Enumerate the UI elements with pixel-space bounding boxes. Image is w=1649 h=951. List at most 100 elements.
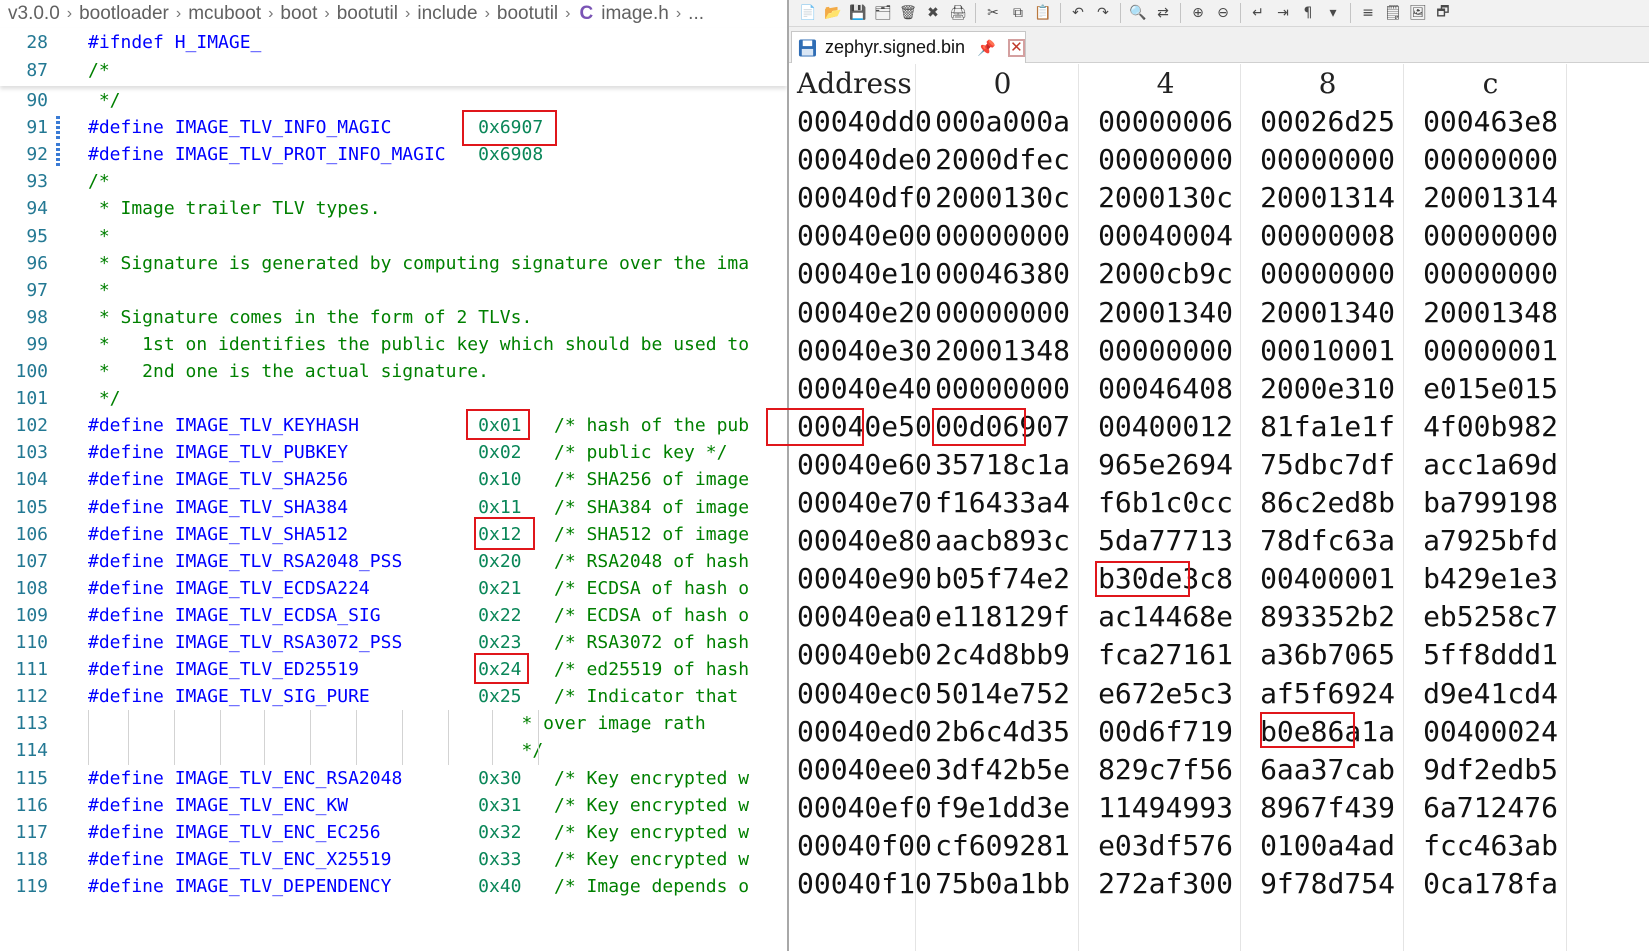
hex-word[interactable]: 00000000 bbox=[917, 293, 1088, 333]
hex-word[interactable]: e118129f bbox=[917, 597, 1088, 637]
hex-word[interactable]: 8967f439 bbox=[1242, 788, 1413, 828]
save-icon[interactable]: 💾 bbox=[847, 2, 869, 24]
hex-word[interactable]: 20001348 bbox=[917, 331, 1088, 371]
hex-word[interactable]: 893352b2 bbox=[1242, 597, 1413, 637]
code-line[interactable]: 116 #define IMAGE_TLV_ENC_KW 0x31 /* Key … bbox=[0, 792, 787, 820]
hex-word[interactable]: fcc463ab bbox=[1405, 826, 1576, 866]
pin-icon[interactable]: 📌 bbox=[977, 39, 996, 57]
hex-row[interactable]: 00040e20 00000000 20001340 20001340 20001348 bbox=[789, 293, 1649, 333]
open-folder-icon[interactable]: 📂 bbox=[822, 2, 844, 24]
print-icon[interactable]: 🖨 bbox=[947, 2, 969, 24]
hex-row[interactable]: 00040e80 aacb893c 5da77713 78dfc63a a7925bfd bbox=[789, 521, 1649, 561]
note-icon[interactable]: 🗒 bbox=[1382, 2, 1404, 24]
code-editor[interactable]: v3.0.0 › bootloader › mcuboot › boot › bootutil ›… bbox=[0, 0, 787, 951]
hex-word[interactable]: 2000130c bbox=[917, 178, 1088, 218]
code-line[interactable]: 100 * 2nd one is the actual signature. bbox=[0, 358, 787, 386]
hex-word[interactable]: f16433a4 bbox=[917, 483, 1088, 523]
dropdown-icon[interactable]: ▾ bbox=[1322, 2, 1344, 24]
hex-word[interactable]: 00000008 bbox=[1242, 216, 1413, 256]
hex-word[interactable]: 2000130c bbox=[1080, 178, 1251, 218]
hex-row[interactable]: 00040e10 00046380 2000cb9c 00000000 00000000 bbox=[789, 254, 1649, 294]
code-line[interactable]: 91 #define IMAGE_TLV_INFO_MAGIC 0x6907 bbox=[0, 114, 787, 142]
breadcrumb-more[interactable]: ... bbox=[688, 3, 704, 25]
hex-row[interactable]: 00040df0 2000130c 2000130c 20001314 20001314 bbox=[789, 178, 1649, 218]
hex-word[interactable]: 75dbc7df bbox=[1242, 445, 1413, 485]
hex-word[interactable]: 272af300 bbox=[1080, 864, 1251, 904]
hex-row[interactable]: 00040e30 20001348 00000000 00010001 00000001 bbox=[789, 331, 1649, 371]
hex-row[interactable]: 00040f00 cf609281 e03df576 0100a4ad fcc463ab bbox=[789, 826, 1649, 866]
hex-word[interactable]: 9df2edb5 bbox=[1405, 750, 1576, 790]
hex-row[interactable]: 00040e90 b05f74e2 b30de3c8 00400001 b429e1e3 bbox=[789, 559, 1649, 599]
hex-word[interactable]: 00010001 bbox=[1242, 331, 1413, 371]
hex-word[interactable]: 81fa1e1f bbox=[1242, 407, 1413, 447]
hex-word[interactable]: 3df42b5e bbox=[917, 750, 1088, 790]
breadcrumb-item[interactable]: bootloader bbox=[79, 3, 169, 25]
hex-row[interactable]: 00040de0 2000dfec 00000000 00000000 00000000 bbox=[789, 140, 1649, 180]
hex-row[interactable]: 00040ef0 f9e1dd3e 11494993 8967f439 6a712476 bbox=[789, 788, 1649, 828]
hex-word[interactable]: 0100a4ad bbox=[1242, 826, 1413, 866]
hex-word[interactable]: 00000001 bbox=[1405, 331, 1576, 371]
indent-icon[interactable]: ⇥ bbox=[1272, 2, 1294, 24]
hex-word[interactable]: a36b7065 bbox=[1242, 635, 1413, 675]
code-line[interactable]: 115 #define IMAGE_TLV_ENC_RSA2048 0x30 /*… bbox=[0, 765, 787, 793]
hex-word[interactable]: 00d06907 bbox=[917, 407, 1088, 447]
hex-word[interactable]: 00000000 bbox=[1242, 254, 1413, 294]
cut-icon[interactable]: ✂ bbox=[982, 2, 1004, 24]
hex-row[interactable]: 00040ed0 2b6c4d35 00d6f719 b0e86a1a 00400024 bbox=[789, 712, 1649, 752]
hex-word[interactable]: 2000e310 bbox=[1242, 369, 1413, 409]
close-icon[interactable]: ✕ bbox=[1007, 38, 1025, 57]
word-wrap-icon[interactable]: ≡ bbox=[1357, 2, 1379, 24]
hex-word[interactable]: 00046408 bbox=[1080, 369, 1251, 409]
hex-word[interactable]: 00400024 bbox=[1405, 712, 1576, 752]
code-line[interactable]: 101 */ bbox=[0, 385, 787, 413]
code-line[interactable]: 28 #ifndef H_IMAGE_ bbox=[0, 29, 787, 57]
find-icon[interactable]: 🔍 bbox=[1127, 2, 1149, 24]
hex-row[interactable]: 00040f10 75b0a1bb 272af300 9f78d754 0ca178fa bbox=[789, 864, 1649, 904]
hex-word[interactable]: b429e1e3 bbox=[1405, 559, 1576, 599]
hex-word[interactable]: e015e015 bbox=[1405, 369, 1576, 409]
hex-row[interactable]: 00040dd0 000a000a 00000006 00026d25 000463e8 bbox=[789, 102, 1649, 142]
hex-word[interactable]: 00000000 bbox=[1080, 140, 1251, 180]
hex-word[interactable]: 78dfc63a bbox=[1242, 521, 1413, 561]
code-line[interactable]: 99 * 1st on identifies the public key wh… bbox=[0, 331, 787, 359]
hex-word[interactable]: e672e5c3 bbox=[1080, 674, 1251, 714]
hex-word[interactable]: eb5258c7 bbox=[1405, 597, 1576, 637]
hex-word[interactable]: 20001340 bbox=[1080, 293, 1251, 333]
hex-word[interactable]: 4f00b982 bbox=[1405, 407, 1576, 447]
hex-word[interactable]: a7925bfd bbox=[1405, 521, 1576, 561]
hex-word[interactable]: 00000000 bbox=[917, 369, 1088, 409]
hex-word[interactable]: 00000000 bbox=[1242, 140, 1413, 180]
hex-word[interactable]: ac14468e bbox=[1080, 597, 1251, 637]
hex-word[interactable]: 00000000 bbox=[1080, 331, 1251, 371]
copy-icon[interactable]: ⧉ bbox=[1007, 2, 1029, 24]
code-line[interactable]: 98 * Signature comes in the form of 2 TL… bbox=[0, 304, 787, 332]
window-icon[interactable]: 🗗 bbox=[1432, 2, 1454, 24]
code-line[interactable]: 113 * over image rath bbox=[0, 710, 787, 738]
hex-word[interactable]: 00400012 bbox=[1080, 407, 1251, 447]
hex-word[interactable]: fca27161 bbox=[1080, 635, 1251, 675]
code-line[interactable]: 112 #define IMAGE_TLV_SIG_PURE 0x25 /* In… bbox=[0, 683, 787, 711]
code-line[interactable]: 95 * bbox=[0, 223, 787, 251]
breadcrumb-item[interactable]: include bbox=[417, 3, 477, 25]
hex-word[interactable]: 00040004 bbox=[1080, 216, 1251, 256]
code-line[interactable]: 92 #define IMAGE_TLV_PROT_INFO_MAGIC 0x69… bbox=[0, 141, 787, 169]
hex-word[interactable]: e03df576 bbox=[1080, 826, 1251, 866]
code-line[interactable]: 90 */ bbox=[0, 87, 787, 115]
image-icon[interactable]: 🖼 bbox=[1407, 2, 1429, 24]
hex-word[interactable]: 2000cb9c bbox=[1080, 254, 1251, 294]
new-file-icon[interactable]: 📄 bbox=[797, 2, 819, 24]
breadcrumb-item[interactable]: boot bbox=[280, 3, 317, 25]
hex-word[interactable]: 20001314 bbox=[1242, 178, 1413, 218]
hex-row[interactable]: 00040e60 35718c1a 965e2694 75dbc7df acc1a69d bbox=[789, 445, 1649, 485]
hex-word[interactable]: 00026d25 bbox=[1242, 102, 1413, 142]
hex-word[interactable]: 00000000 bbox=[917, 216, 1088, 256]
hex-word[interactable]: ba799198 bbox=[1405, 483, 1576, 523]
hex-word[interactable]: 00000000 bbox=[1405, 254, 1576, 294]
code-line[interactable]: 110 #define IMAGE_TLV_RSA3072_PSS 0x23 /*… bbox=[0, 629, 787, 657]
hex-word[interactable]: f6b1c0cc bbox=[1080, 483, 1251, 523]
code-line[interactable]: 107 #define IMAGE_TLV_RSA2048_PSS 0x20 /*… bbox=[0, 548, 787, 576]
hex-word[interactable]: 829c7f56 bbox=[1080, 750, 1251, 790]
code-line[interactable]: 104 #define IMAGE_TLV_SHA256 0x10 /* SHA2… bbox=[0, 466, 787, 494]
code-line[interactable]: 97 * bbox=[0, 277, 787, 305]
code-line[interactable]: 106 #define IMAGE_TLV_SHA512 0x12 /* SHA5… bbox=[0, 521, 787, 549]
